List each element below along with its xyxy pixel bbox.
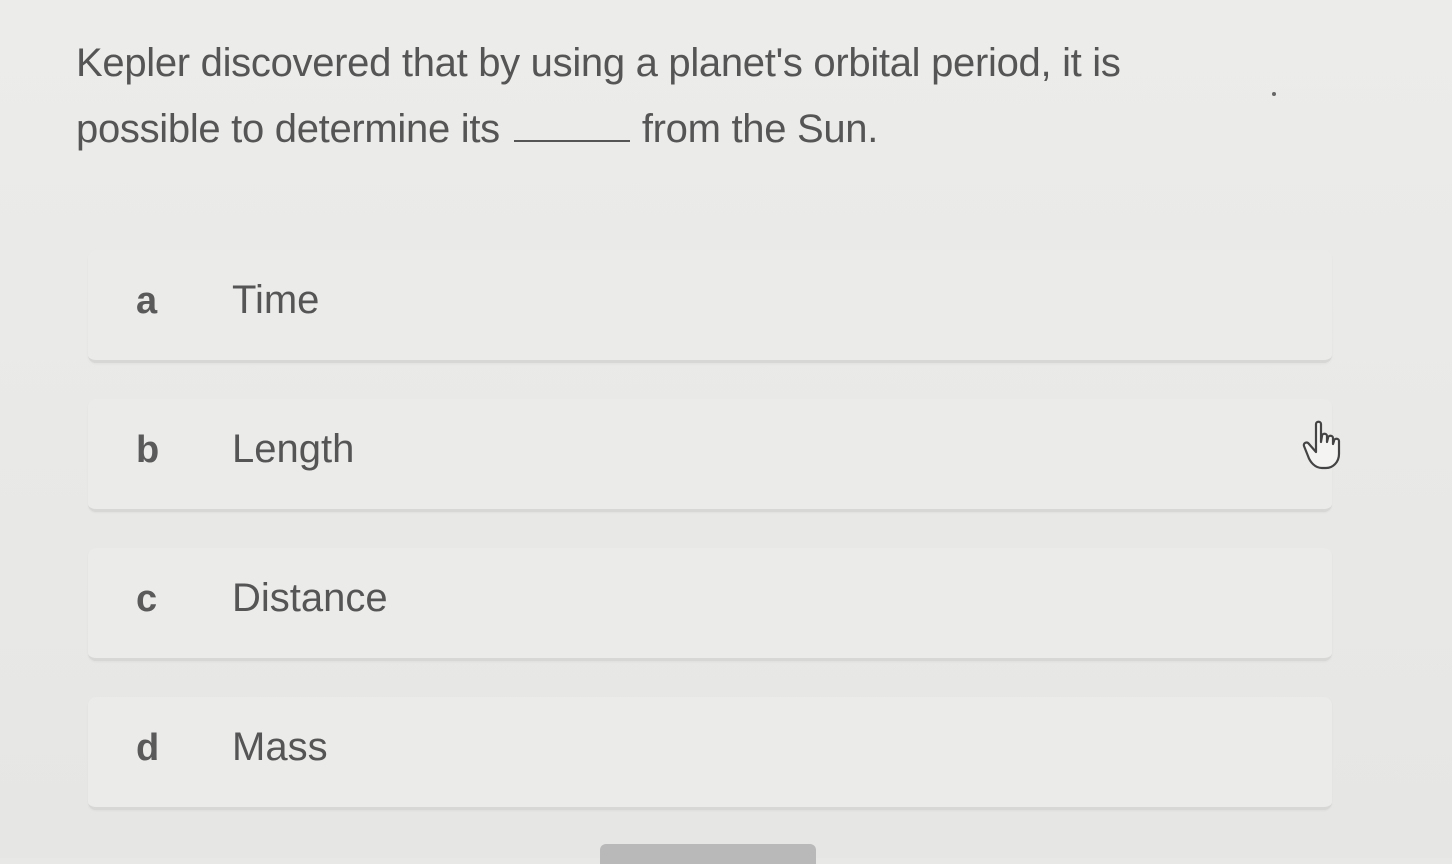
question-text-after: from the Sun. xyxy=(641,107,879,151)
option-d[interactable]: d Mass xyxy=(88,697,1332,810)
option-label: Distance xyxy=(232,576,388,620)
answer-options: a Time b Length c Distance d Mass xyxy=(88,250,1332,846)
option-label: Mass xyxy=(232,725,328,769)
option-letter: d xyxy=(136,727,160,769)
option-letter: c xyxy=(136,578,158,620)
quiz-page: Kepler discovered that by using a planet… xyxy=(0,0,1452,864)
option-letter: a xyxy=(136,280,158,322)
option-label: Length xyxy=(232,427,355,471)
stray-dot xyxy=(1272,92,1276,96)
option-a[interactable]: a Time xyxy=(88,250,1332,363)
answer-blank xyxy=(513,116,630,142)
bottom-button-edge[interactable] xyxy=(600,844,816,864)
hand-pointer-icon xyxy=(1302,420,1348,472)
option-c[interactable]: c Distance xyxy=(88,548,1332,661)
option-b[interactable]: b Length xyxy=(88,399,1332,512)
option-label: Time xyxy=(232,278,320,322)
option-letter: b xyxy=(136,429,160,471)
question-text: Kepler discovered that by using a planet… xyxy=(76,30,1256,162)
